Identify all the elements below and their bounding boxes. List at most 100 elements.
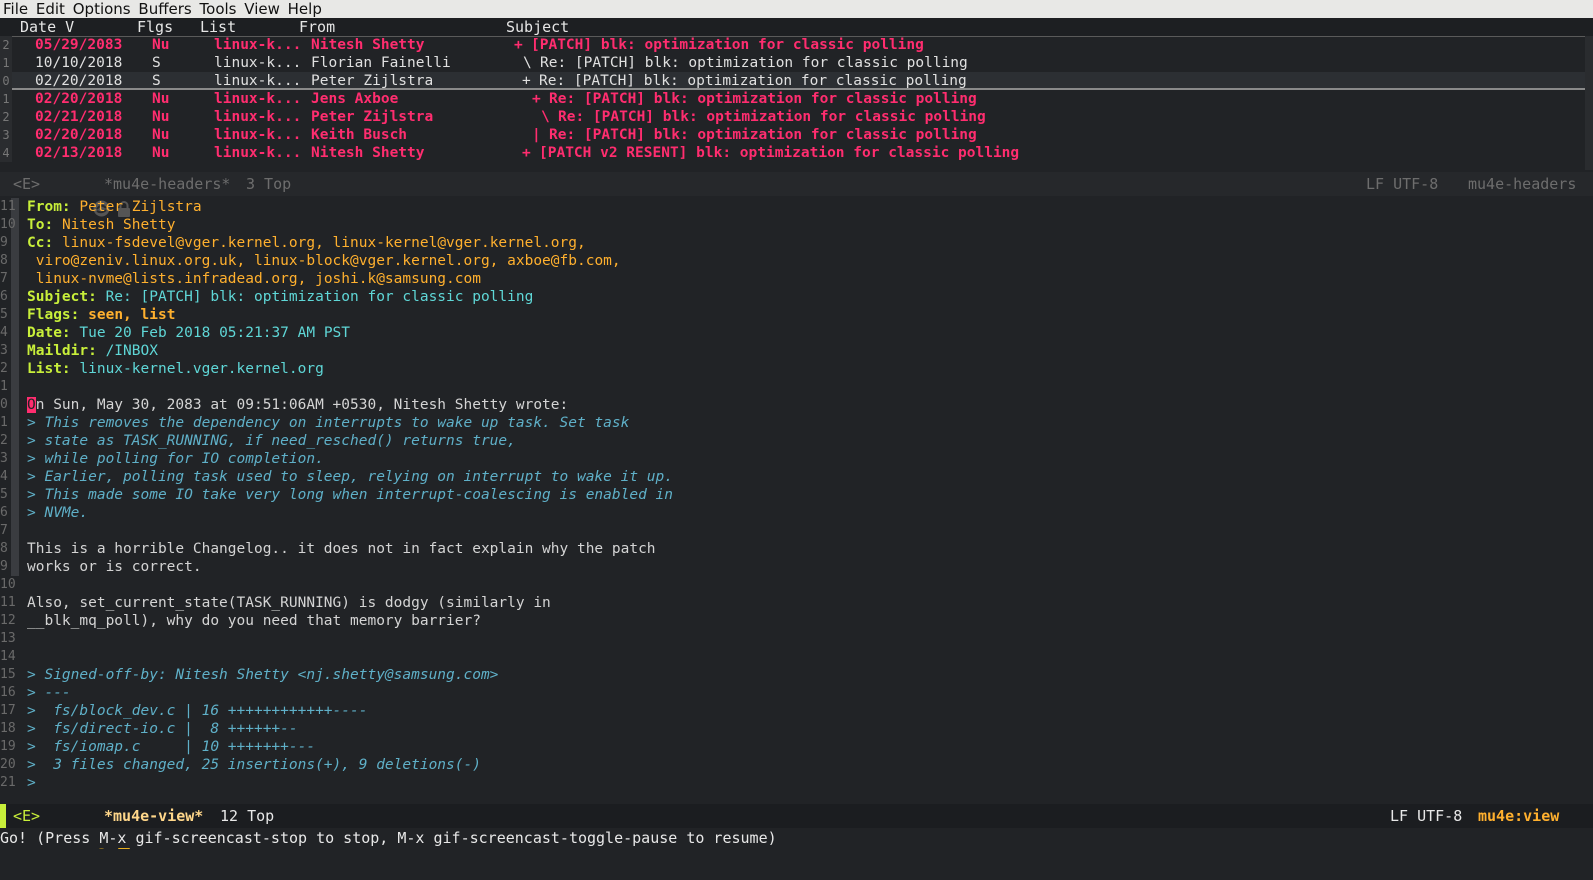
modeline-buffer-name[interactable]: *mu4e-view* <box>104 804 203 828</box>
cc-line-2[interactable]: viro@zeniv.linux.org.uk, linux-block@vge… <box>36 253 621 269</box>
header-flags: S <box>152 73 161 89</box>
column-date[interactable]: Date V <box>20 18 74 36</box>
to-value[interactable]: Nitesh Shetty <box>62 217 176 233</box>
column-list[interactable]: List <box>200 18 236 36</box>
headers-scrollbar[interactable] <box>1585 36 1593 170</box>
line-number: 3 <box>0 451 8 466</box>
maildir-value[interactable]: /INBOX <box>106 343 158 359</box>
header-date: 02/20/2018 <box>35 127 123 143</box>
line-number: 14 <box>0 649 16 664</box>
line-number: 9 <box>0 235 8 250</box>
line-number: 5 <box>0 307 8 322</box>
line-number: 5 <box>0 487 8 502</box>
menu-help[interactable]: Help <box>285 0 322 18</box>
line-number: 10 <box>0 217 16 232</box>
header-subject: Re: [PATCH] blk: optimization for classi… <box>549 91 977 107</box>
cc-line-3[interactable]: linux-nvme@lists.infradead.org, joshi.k@… <box>36 271 481 287</box>
cc-line-1[interactable]: linux-fsdevel@vger.kernel.org, linux-ker… <box>62 235 586 251</box>
header-from: Peter Zijlstra <box>311 73 434 89</box>
view-mode-line: <E> *mu4e-view* 12 Top LF UTF-8 mu4e:vie… <box>0 804 1593 849</box>
line-number: 16 <box>0 685 16 700</box>
message-view[interactable]: 11 From: Peter Zijlstra 10 To: Nitesh Shet… <box>0 198 1593 802</box>
header-row[interactable]: 2 02/21/2018 Nu linux-k... Peter Zijlstra \ Re… <box>0 108 1585 126</box>
quoted-line: > NVMe. <box>27 505 89 521</box>
subject-value: Re: [PATCH] blk: optimization for classi… <box>105 289 534 305</box>
column-subject[interactable]: Subject <box>506 18 569 36</box>
headers-column-row: Date V Flgs List From Subject <box>0 18 1593 37</box>
menu-view[interactable]: View <box>241 0 280 18</box>
header-row[interactable]: 1 10/10/2018 Slinux-k... Florian Fainelli \ R… <box>0 54 1585 72</box>
header-row[interactable]: 2 05/29/2083 Nu linux-k... Nitesh Shetty + [PA… <box>0 36 1585 54</box>
header-from: Jens Axboe <box>311 91 399 107</box>
menu-edit[interactable]: Edit <box>33 0 65 18</box>
modeline-encoding[interactable]: LF UTF-8 <box>1366 172 1438 196</box>
line-number: 18 <box>0 721 16 736</box>
date-value: Tue 20 Feb 2018 05:21:37 AM PST <box>79 325 351 341</box>
line-number: 2 <box>0 361 8 376</box>
cc-label: Cc: <box>27 235 54 251</box>
header-flags: Nu <box>152 127 170 143</box>
body-line: This is a horrible Changelog.. it does n… <box>27 541 656 557</box>
quoted-line: > <box>27 775 36 791</box>
line-number: 17 <box>0 703 16 718</box>
header-list: linux-k... <box>214 109 302 125</box>
quoted-line: > 3 files changed, 25 insertions(+), 9 d… <box>27 757 481 773</box>
header-row[interactable]: 4 02/13/2018 Nu linux-k... Nitesh Shetty + [PA… <box>0 144 1585 162</box>
menu-tools[interactable]: Tools <box>197 0 237 18</box>
menu-options[interactable]: Options <box>70 0 131 18</box>
header-row[interactable]: 1 02/20/2018 Nu linux-k... Jens Axboe + Re: [P… <box>0 90 1585 108</box>
from-label: From: <box>27 199 71 215</box>
body-line: works or is correct. <box>27 559 202 575</box>
from-value[interactable]: Peter Zijlstra <box>79 199 201 215</box>
to-label: To: <box>27 217 54 233</box>
header-date: 02/21/2018 <box>35 109 123 125</box>
header-subject: [PATCH] blk: optimization for classic po… <box>531 37 924 53</box>
modeline-encoding[interactable]: LF UTF-8 <box>1390 804 1462 828</box>
line-number: 19 <box>0 739 16 754</box>
header-list: linux-k... <box>214 73 302 89</box>
quoted-line: > while polling for IO completion. <box>27 451 324 467</box>
header-row[interactable]: 0 02/20/2018 Slinux-k... Peter Zijlstra + Re:… <box>0 72 1585 90</box>
header-from: Nitesh Shetty <box>311 145 425 161</box>
modeline-major-mode[interactable]: mu4e-headers <box>1468 172 1576 196</box>
line-number: 10 <box>0 577 16 592</box>
header-flags: Nu <box>152 109 170 125</box>
header-list: linux-k... <box>214 127 302 143</box>
quoted-line: > This made some IO take very long when … <box>27 487 674 503</box>
line-number: 9 <box>0 559 8 574</box>
menu-buffers[interactable]: Buffers <box>135 0 191 18</box>
header-list: linux-k... <box>214 55 302 71</box>
modeline-position: 3 Top <box>246 175 292 193</box>
header-subject: Re: [PATCH] blk: optimization for classi… <box>539 73 967 89</box>
body-line: Also, set_current_state(TASK_RUNNING) is… <box>27 595 551 611</box>
line-number: 7 <box>0 271 8 286</box>
modeline-buffer-name[interactable]: *mu4e-headers* <box>104 172 230 196</box>
line-number: 13 <box>0 631 16 646</box>
line-number: 8 <box>0 253 8 268</box>
menu-file[interactable]: File <box>0 0 28 18</box>
header-subject: Re: [PATCH] blk: optimization for classi… <box>549 127 977 143</box>
modeline-major-mode[interactable]: mu4e:view <box>1478 804 1559 828</box>
header-row[interactable]: 3 02/20/2018 Nu linux-k... Keith Busch | Re: [… <box>0 126 1585 144</box>
line-number: 11 <box>0 199 16 214</box>
header-subject: Re: [PATCH] blk: optimization for classi… <box>558 109 986 125</box>
line-number: 2 <box>0 433 8 448</box>
flags-value: seen, list <box>88 307 176 323</box>
line-number: 4 <box>0 144 12 162</box>
column-from[interactable]: From <box>299 18 335 36</box>
line-number: 2 <box>0 36 12 54</box>
modeline-state: <E> <box>13 807 41 825</box>
line-number: 12 <box>0 613 16 628</box>
header-list: linux-k... <box>214 37 302 53</box>
maildir-label: Maildir: <box>27 343 97 359</box>
quoted-line: > Signed-off-by: Nitesh Shetty <nj.shett… <box>27 667 499 683</box>
thread-marker: \ <box>523 55 532 71</box>
thread-marker: + <box>532 91 541 107</box>
column-flags[interactable]: Flgs <box>137 18 173 36</box>
header-list: linux-k... <box>214 91 302 107</box>
list-value[interactable]: linux-kernel.vger.kernel.org <box>79 361 323 377</box>
header-list: linux-k... <box>214 145 302 161</box>
date-label: Date: <box>27 325 71 341</box>
header-flags: Nu <box>152 145 170 161</box>
quoted-line: > fs/iomap.c | 10 +++++++--- <box>27 739 316 755</box>
